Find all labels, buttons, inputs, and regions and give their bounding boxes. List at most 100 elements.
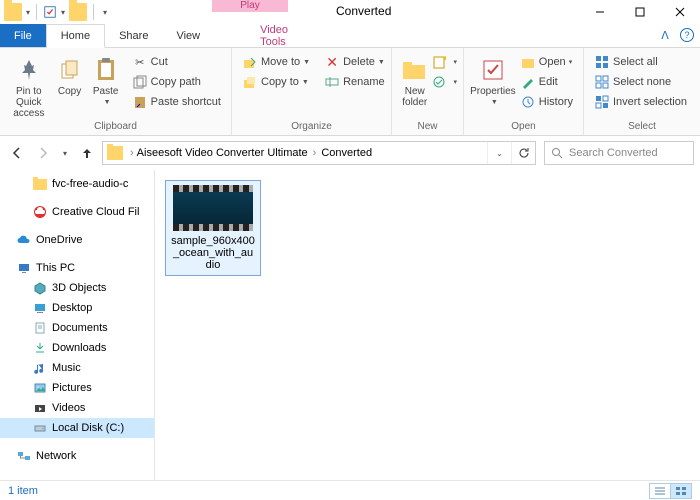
label: Rename: [343, 76, 385, 88]
properties-button[interactable]: Properties ▼: [470, 52, 516, 108]
ribbon-group-open: Properties ▼ Open▾ Edit History Open: [464, 48, 584, 135]
qat-customize-dropdown[interactable]: ▾: [98, 0, 112, 24]
search-input[interactable]: Search Converted: [544, 141, 694, 165]
label: fvc-free-audio-c: [52, 178, 128, 190]
new-folder-button[interactable]: New folder: [398, 52, 431, 108]
new-item-button[interactable]: ✦▾: [431, 52, 457, 72]
group-label: Select: [584, 121, 700, 135]
help-icon[interactable]: ?: [680, 28, 694, 42]
label: Pin to Quick access: [6, 86, 52, 119]
edit-icon: [520, 74, 536, 90]
qat-dropdown[interactable]: ▾: [59, 0, 67, 24]
tree-item[interactable]: Pictures: [0, 378, 154, 398]
label: Paste shortcut: [151, 96, 221, 108]
group-label: Organize: [232, 121, 391, 135]
back-button[interactable]: [6, 142, 28, 164]
paste-icon: [95, 54, 117, 86]
tab-home[interactable]: Home: [46, 24, 105, 48]
select-all-icon: [594, 54, 610, 70]
rename-button[interactable]: Rename: [320, 72, 389, 92]
close-button[interactable]: [660, 0, 700, 24]
label: 3D Objects: [52, 282, 106, 294]
tree-item[interactable]: Documents: [0, 318, 154, 338]
pin-to-quick-access-button[interactable]: Pin to Quick access: [6, 52, 52, 119]
tree-item[interactable]: Desktop: [0, 298, 154, 318]
open-button[interactable]: Open▾: [516, 52, 577, 72]
scissors-icon: ✂: [132, 54, 148, 70]
refresh-button[interactable]: [511, 142, 535, 164]
ribbon-group-select: Select all Select none Invert selection …: [584, 48, 700, 135]
label: Properties: [470, 86, 516, 97]
chevron-down-icon: ▾: [569, 58, 573, 66]
this-pc-icon: [16, 260, 32, 276]
address-row: ▾ › Aiseesoft Video Converter Ultimate ›…: [0, 136, 700, 170]
breadcrumb-segment[interactable]: Aiseesoft Video Converter Ultimate: [137, 147, 308, 159]
move-to-button[interactable]: Move to▼: [238, 52, 314, 72]
easy-access-icon: [431, 74, 447, 90]
tab-share[interactable]: Share: [105, 24, 162, 47]
network-icon: [16, 448, 32, 464]
address-bar[interactable]: › Aiseesoft Video Converter Ultimate › C…: [102, 141, 536, 165]
move-to-icon: [242, 54, 258, 70]
address-dropdown[interactable]: ⌄: [487, 142, 511, 164]
label: Cut: [151, 56, 168, 68]
svg-text:✦: ✦: [442, 55, 446, 63]
chevron-down-icon: ▼: [302, 79, 309, 86]
folder-icon: [32, 176, 48, 192]
up-button[interactable]: [76, 142, 98, 164]
cut-button[interactable]: ✂Cut: [128, 52, 225, 72]
tree-item[interactable]: Music: [0, 358, 154, 378]
invert-selection-icon: [594, 94, 610, 110]
chevron-down-icon: ▼: [378, 59, 385, 66]
tab-view[interactable]: View: [162, 24, 214, 47]
copy-button[interactable]: Copy: [52, 52, 88, 97]
paste-shortcut-icon: [132, 94, 148, 110]
edit-button[interactable]: Edit: [516, 72, 577, 92]
tree-item-onedrive[interactable]: OneDrive: [0, 230, 154, 250]
easy-access-button[interactable]: ▾: [431, 72, 457, 92]
invert-selection-button[interactable]: Invert selection: [590, 92, 691, 112]
3d-objects-icon: [32, 280, 48, 296]
tree-item[interactable]: Videos: [0, 398, 154, 418]
label: Network: [36, 450, 76, 462]
collapse-ribbon-chevron[interactable]: ᐱ: [650, 24, 680, 47]
tree-item[interactable]: Downloads: [0, 338, 154, 358]
tree-item-this-pc[interactable]: This PC: [0, 258, 154, 278]
properties-icon[interactable]: [41, 3, 59, 21]
delete-button[interactable]: ✕Delete▼: [320, 52, 389, 72]
details-view-button[interactable]: [649, 483, 671, 499]
select-none-icon: [594, 74, 610, 90]
content-pane[interactable]: sample_960x400_ocean_with_audio: [155, 170, 700, 480]
folder-icon[interactable]: [69, 3, 87, 21]
chevron-down-icon: ▼: [303, 59, 310, 66]
title-bar: ▾ ▾ ▾ Play Converted: [0, 0, 700, 24]
copy-to-button[interactable]: Copy to▼: [238, 72, 314, 92]
tree-item[interactable]: Creative Cloud Fil: [0, 202, 154, 222]
paste-button[interactable]: Paste ▼: [88, 52, 124, 108]
folder-icon[interactable]: [4, 3, 22, 21]
separator: [93, 4, 94, 20]
qat-dropdown[interactable]: ▾: [24, 0, 32, 24]
tab-file[interactable]: File: [0, 24, 46, 47]
history-button[interactable]: History: [516, 92, 577, 112]
breadcrumb-segment[interactable]: Converted: [321, 147, 372, 159]
ribbon-group-new: New folder ✦▾ ▾ New: [392, 48, 464, 135]
tree-item[interactable]: 3D Objects: [0, 278, 154, 298]
paste-shortcut-button[interactable]: Paste shortcut: [128, 92, 225, 112]
minimize-button[interactable]: [580, 0, 620, 24]
tree-item-network[interactable]: Network: [0, 446, 154, 466]
label: Select none: [613, 76, 671, 88]
maximize-button[interactable]: [620, 0, 660, 24]
select-none-button[interactable]: Select none: [590, 72, 691, 92]
select-all-button[interactable]: Select all: [590, 52, 691, 72]
forward-button[interactable]: [32, 142, 54, 164]
recent-locations-dropdown[interactable]: ▾: [58, 142, 72, 164]
label: Creative Cloud Fil: [52, 206, 139, 218]
thumbnails-view-button[interactable]: [670, 483, 692, 499]
tree-item[interactable]: fvc-free-audio-c: [0, 174, 154, 194]
file-item[interactable]: sample_960x400_ocean_with_audio: [165, 180, 261, 276]
label: Select all: [613, 56, 658, 68]
tree-item-local-disk[interactable]: Local Disk (C:): [0, 418, 154, 438]
tab-video-tools[interactable]: Video Tools: [246, 24, 322, 47]
copy-path-button[interactable]: Copy path: [128, 72, 225, 92]
